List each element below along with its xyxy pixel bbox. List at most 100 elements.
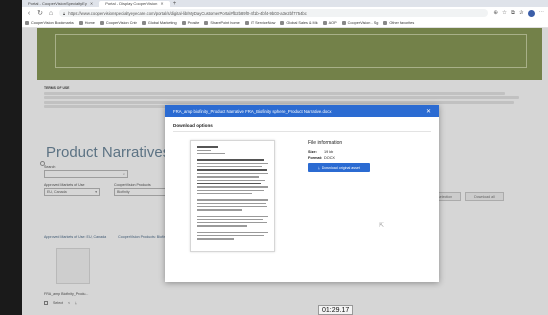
tab-portal-1[interactable]: Portal - CooperVisionSpecialtyEy ✕ [22,1,99,7]
file-information: File information Size: 19 kb Format: DOC… [308,140,428,172]
bookmark-item[interactable]: CooperVision - Sg [341,21,379,25]
bookmark-item[interactable]: Other favorites [383,21,414,25]
back-icon[interactable]: ‹ [26,10,32,17]
doc-text-line [197,218,264,221]
bookmark-item[interactable]: Home [78,21,95,25]
doc-text-line [197,189,264,192]
doc-text-line [197,172,268,175]
doc-text-line [197,199,268,201]
bookmark-icon [204,21,209,25]
dialog-title: FRA_amp biofinity_Product Narrative FRA_… [173,108,332,114]
bookmark-icon [141,21,146,25]
bookmark-item[interactable]: CooperVision Cntr [99,21,137,25]
bookmark-item[interactable]: Prosite [181,21,200,25]
bookmark-label: AOP [328,21,337,25]
collections-icon[interactable]: ⧉ [511,10,515,17]
close-icon[interactable]: ✕ [90,1,93,6]
bookmark-label: SharePoint home [210,21,240,25]
doc-text-line [197,231,268,234]
bookmark-icon [341,21,346,25]
file-format-row: Format: DOCX [308,156,428,160]
bookmark-label: Global Sales & Mk [286,21,318,25]
doc-text-line [197,182,261,185]
file-info-title: File information [308,140,343,146]
file-format-value: DOCX [324,156,335,160]
doc-text-line [197,222,267,224]
file-size-value: 19 kb [324,150,334,154]
doc-text-line [197,235,265,237]
doc-text-line [197,146,219,148]
doc-text-line [197,152,226,155]
doc-text-line [197,205,268,208]
mouse-cursor-icon: ⇱ [379,223,385,229]
tab-portal-2[interactable]: Portal - Display CooperVision ✕ [99,0,170,7]
bookmark-icon [244,21,249,25]
file-size-row: Size: 19 kb [308,150,428,154]
favorites-bar-icon[interactable]: ✰ [519,10,524,16]
file-size-label: Size: [308,150,317,154]
doc-text-line [197,193,253,195]
doc-text-line [197,162,268,165]
doc-text-line [197,186,268,188]
doc-text-line [197,149,212,151]
bookmarks-bar: CooperVision Bookmarks Home CooperVision… [22,19,548,28]
doc-text-line [197,209,243,211]
dialog-subtitle: Download options [173,123,213,128]
document-preview [190,140,275,252]
bookmark-label: Prosite [187,21,200,25]
address-bar[interactable]: 🔒︎ https://www.coopervisionspecialtyeyec… [59,9,489,17]
bookmark-label: CooperVision Cntr [105,21,137,25]
more-icon[interactable]: ⋯ [539,10,545,16]
profile-avatar[interactable] [527,9,535,17]
doc-text-line [197,169,267,171]
toolbar-icons: ⊕ ☆ ⧉ ✰ ⋯ [493,9,545,17]
new-tab-icon[interactable]: + [170,1,180,7]
bookmark-item[interactable]: AOP [322,21,337,25]
reload-icon[interactable]: ↻ [37,10,43,17]
tab-label: Portal - CooperVisionSpecialtyEy [28,1,87,6]
video-timestamp: 01:29.17 [318,305,354,315]
tab-label: Portal - Display CooperVision [105,1,158,6]
zoom-icon[interactable]: ⊕ [493,10,498,16]
bookmark-item[interactable]: Global Marketing [141,21,177,25]
doc-text-line [197,215,268,217]
browser-toolbar: ‹ ↻ ⌂ 🔒︎ https://www.coopervisionspecial… [22,7,548,19]
bookmark-item[interactable]: CooperVision Bookmarks [25,21,74,25]
doc-text-line [197,202,266,204]
bookmark-label: CooperVision - Sg [347,21,379,25]
divider [173,131,431,132]
lock-icon: 🔒︎ [63,10,66,16]
bookmark-label: CooperVision Bookmarks [31,21,74,25]
close-icon[interactable]: ✕ [426,108,431,115]
folder-icon [383,21,388,25]
bookmark-label: IT ServiceNow [250,21,276,25]
doc-text-line [197,166,263,168]
download-original-label: Download original asset [321,165,360,170]
bookmark-icon [78,21,83,25]
tab-strip: Portal - CooperVisionSpecialtyEy ✕ Porta… [22,0,548,7]
download-original-button[interactable]: ⤓ Download original asset [308,163,370,172]
browser-window: Portal - CooperVisionSpecialtyEy ✕ Porta… [22,0,548,315]
url-text: https://www.coopervisionspecialtyeyecare… [68,10,307,16]
bookmark-icon [99,21,104,25]
bookmark-icon [181,21,186,25]
bookmark-label: Home [84,21,95,25]
bookmark-item[interactable]: IT ServiceNow [244,21,276,25]
doc-text-line [197,225,247,227]
favorite-icon[interactable]: ☆ [502,10,507,16]
doc-text-line [197,179,266,181]
file-format-label: Format: [308,156,323,160]
bookmark-item[interactable]: SharePoint home [204,21,240,25]
close-icon[interactable]: ✕ [160,1,163,6]
bookmark-label: Global Marketing [147,21,177,25]
doc-text-line [197,159,265,161]
bookmark-item[interactable]: Global Sales & Mk [280,21,318,25]
doc-text-line [197,238,234,240]
download-dialog: FRA_amp biofinity_Product Narrative FRA_… [165,105,439,282]
bookmark-label: Other favorites [389,21,415,25]
doc-text-line [197,176,260,178]
bookmark-icon [25,21,29,25]
page-content: TERMS OF USE Product Narratives Search ⌕… [22,28,548,315]
bookmark-icon [280,21,285,25]
home-icon[interactable]: ⌂ [48,10,54,17]
